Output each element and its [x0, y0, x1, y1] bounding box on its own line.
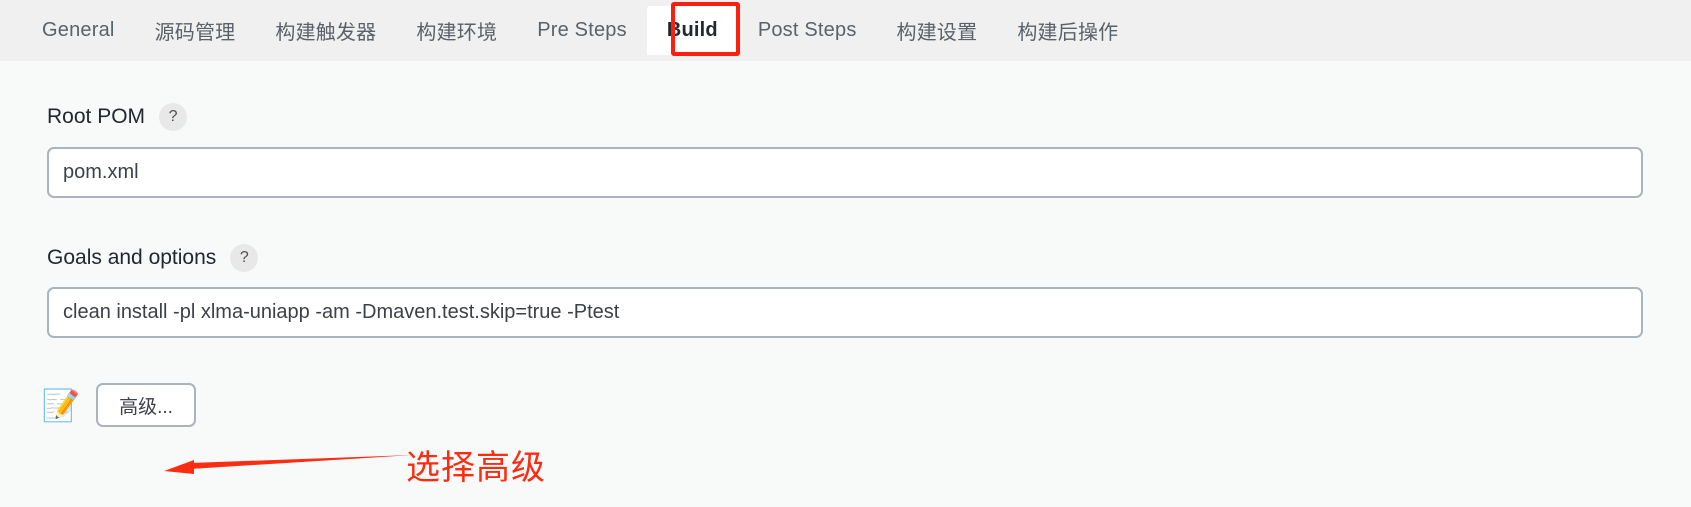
root-pom-input[interactable]: [47, 147, 1643, 198]
tab-label: Pre Steps: [537, 19, 627, 41]
tab-build[interactable]: Build: [646, 6, 738, 55]
annotation-text: 选择高级: [406, 449, 546, 487]
tab-post-steps[interactable]: Post Steps: [738, 0, 877, 61]
goals-label: Goals and options: [47, 246, 217, 269]
advanced-row: 📝 高级...: [41, 383, 196, 427]
root-pom-field-group: Root POM ?: [47, 103, 188, 131]
memo-icon: 📝: [41, 387, 81, 423]
tab-bar: General 源码管理 构建触发器 构建环境 Pre Steps Build …: [0, 0, 1691, 61]
tab-build-environment[interactable]: 构建环境: [396, 0, 517, 61]
goals-and-options-input[interactable]: [47, 287, 1643, 338]
tab-label: Post Steps: [757, 19, 857, 41]
tab-pre-steps[interactable]: Pre Steps: [517, 0, 647, 61]
goals-field-group: Goals and options ?: [47, 244, 259, 272]
root-pom-label-row: Root POM ?: [47, 103, 188, 131]
root-pom-input-wrapper: [47, 147, 1643, 198]
tab-label: 构建后操作: [1017, 22, 1119, 44]
help-icon[interactable]: ?: [230, 244, 259, 272]
tab-general[interactable]: General: [22, 0, 135, 61]
annotation-arrow-icon: [164, 455, 413, 474]
tab-label: 构建环境: [416, 22, 498, 44]
tab-list: General 源码管理 构建触发器 构建环境 Pre Steps Build …: [22, 0, 1138, 61]
tab-label: General: [42, 19, 115, 41]
tab-label: Build: [666, 19, 718, 41]
tab-source-code-management[interactable]: 源码管理: [135, 0, 256, 61]
tab-build-triggers[interactable]: 构建触发器: [255, 0, 396, 61]
goals-label-row: Goals and options ?: [47, 244, 259, 272]
tab-label: 构建触发器: [275, 22, 377, 44]
help-icon[interactable]: ?: [159, 103, 188, 131]
build-settings-panel: Root POM ? Goals and options ? 📝 高级... 选…: [0, 61, 1691, 507]
tab-label: 构建设置: [896, 22, 978, 44]
tab-label: 源码管理: [154, 22, 236, 44]
advanced-button[interactable]: 高级...: [96, 383, 196, 427]
tab-build-settings[interactable]: 构建设置: [877, 0, 998, 61]
root-pom-label: Root POM: [47, 105, 146, 128]
goals-input-wrapper: [47, 287, 1643, 338]
tab-post-build-actions[interactable]: 构建后操作: [997, 0, 1138, 61]
